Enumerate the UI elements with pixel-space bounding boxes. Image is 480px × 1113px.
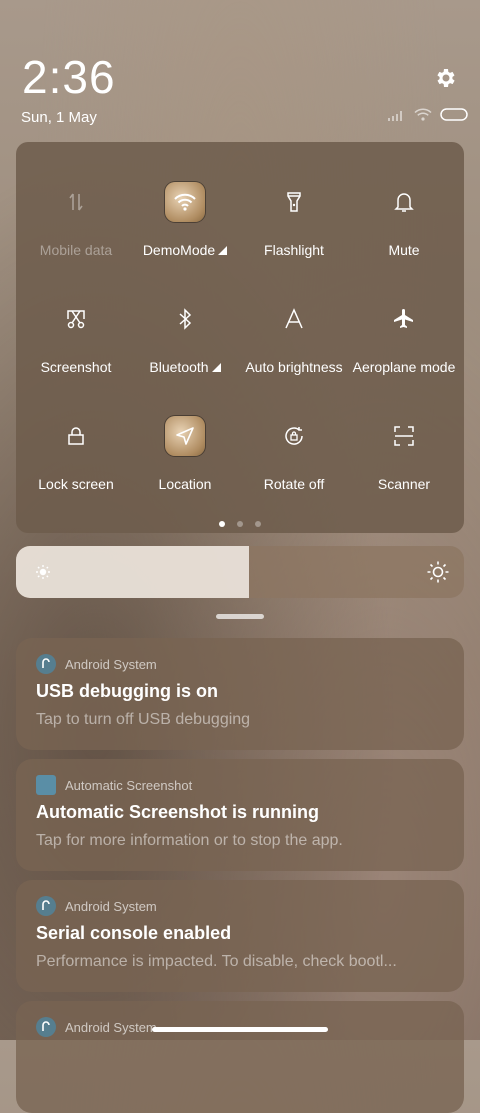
notification-title: Automatic Screenshot is running (36, 802, 320, 822)
flashlight-icon (274, 182, 314, 222)
notification-body: Tap to turn off USB debugging (36, 711, 251, 728)
tile-mute[interactable]: Mute (349, 182, 459, 258)
tile-label: Mobile data (39, 242, 113, 258)
notification-app: Android System (36, 654, 157, 674)
android-system-icon (36, 1017, 56, 1037)
wifi-icon (165, 182, 205, 222)
location-icon (165, 416, 205, 456)
gear-icon[interactable] (434, 66, 458, 90)
notification-card[interactable]: Android System (16, 1001, 464, 1113)
airplane-icon (384, 299, 424, 339)
android-system-icon (36, 896, 56, 916)
brightness-low-icon (36, 565, 50, 579)
brightness-slider[interactable] (16, 546, 464, 598)
notification-app-name: Android System (65, 898, 157, 914)
page-dot[interactable] (255, 521, 261, 527)
notification-card[interactable]: Android System Serial console enabled Pe… (16, 880, 464, 992)
expand-arrow-icon[interactable] (211, 363, 221, 372)
signal-icon (388, 110, 402, 121)
notification-app-name: Android System (65, 1019, 157, 1035)
tile-label: DemoMode (130, 242, 240, 258)
screenshot-icon (56, 299, 96, 339)
notification-app-name: Android System (65, 656, 157, 672)
notification-body: Performance is impacted. To disable, che… (36, 953, 397, 970)
tile-flashlight[interactable]: Flashlight (239, 182, 349, 258)
tile-lock-screen[interactable]: Lock screen (21, 416, 131, 492)
mobile-data-icon (56, 182, 96, 222)
tile-rotate-off[interactable]: Rotate off (239, 416, 349, 492)
android-system-icon (36, 654, 56, 674)
tile-location[interactable]: Location (130, 416, 240, 492)
notification-title: Serial console enabled (36, 923, 232, 943)
tile-label: Aeroplane mode (352, 359, 456, 375)
notification-app: Android System (36, 896, 157, 916)
scanner-icon (384, 416, 424, 456)
tile-label: Screenshot (40, 359, 112, 375)
tile-bluetooth[interactable]: Bluetooth (130, 299, 240, 375)
tile-label: Rotate off (263, 476, 325, 492)
brightness-high-icon (427, 561, 449, 583)
quick-settings-panel: Mobile data DemoMode Flashlight Mute Scr… (16, 142, 464, 533)
notification-body: Tap for more information or to stop the … (36, 832, 343, 849)
drag-handle[interactable] (216, 614, 264, 619)
status-icons (388, 108, 468, 121)
tile-label: Auto brightness (245, 359, 343, 375)
bluetooth-icon (165, 299, 205, 339)
lock-icon (56, 416, 96, 456)
notification-app: Android System (36, 1017, 157, 1037)
notification-app: Automatic Screenshot (36, 775, 192, 795)
notification-card[interactable]: Automatic Screenshot Automatic Screensho… (16, 759, 464, 871)
bell-icon (384, 182, 424, 222)
tile-label: Bluetooth (130, 359, 240, 375)
notification-card[interactable]: Android System USB debugging is on Tap t… (16, 638, 464, 750)
auto-brightness-icon (274, 299, 314, 339)
page-dot[interactable] (237, 521, 243, 527)
expand-arrow-icon[interactable] (218, 246, 228, 255)
tile-aeroplane-mode[interactable]: Aeroplane mode (349, 299, 459, 375)
battery-icon (440, 108, 468, 121)
tile-label: Lock screen (38, 476, 114, 492)
date: Sun, 1 May (21, 109, 97, 126)
tile-scanner[interactable]: Scanner (349, 416, 459, 492)
wifi-icon (414, 108, 432, 121)
rotate-lock-icon (274, 416, 314, 456)
tile-mobile-data[interactable]: Mobile data (21, 182, 131, 258)
tile-label: Mute (388, 242, 420, 258)
tile-label: Location (158, 476, 212, 492)
tile-screenshot[interactable]: Screenshot (21, 299, 131, 375)
tile-auto-brightness[interactable]: Auto brightness (239, 299, 349, 375)
automatic-screenshot-icon (36, 775, 56, 795)
tile-label: Flashlight (264, 242, 324, 258)
gesture-bar[interactable] (152, 1027, 328, 1032)
page-indicator (16, 521, 464, 527)
notification-title: USB debugging is on (36, 681, 218, 701)
notification-app-name: Automatic Screenshot (65, 777, 193, 793)
tile-label: Scanner (377, 476, 431, 492)
page-dot[interactable] (219, 521, 225, 527)
clock: 2:36 (22, 51, 116, 103)
tile-demomode[interactable]: DemoMode (130, 182, 240, 258)
